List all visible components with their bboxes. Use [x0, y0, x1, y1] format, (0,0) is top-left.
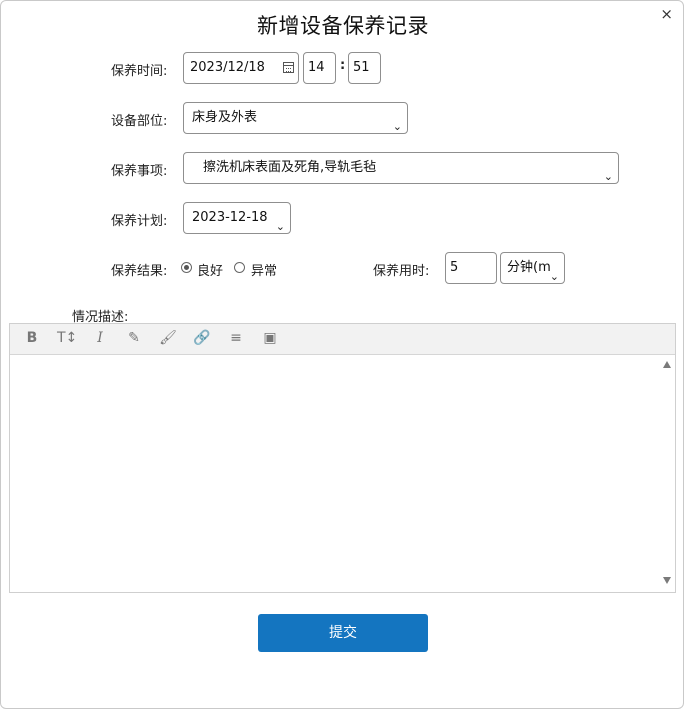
item-select[interactable]: 擦洗机床表面及死角,导轨毛毡 ⌄: [183, 152, 619, 184]
plan-value: 2023-12-18: [192, 210, 268, 225]
time-separator: :: [340, 58, 346, 73]
chevron-down-icon: ⌄: [392, 120, 402, 133]
close-icon[interactable]: ×: [660, 6, 673, 22]
text-size-icon[interactable]: T↕: [57, 330, 77, 346]
result-good-label[interactable]: 良好: [197, 260, 223, 279]
rich-text-editor[interactable]: B T↕ I ✎ 🖌 🔗 ≡ ▣: [9, 323, 676, 593]
highlighter-icon[interactable]: ✎: [125, 330, 143, 346]
duration-input[interactable]: 5: [445, 252, 497, 284]
result-abnormal-label[interactable]: 异常: [251, 260, 277, 279]
duration-value: 5: [450, 260, 459, 275]
link-icon[interactable]: 🔗: [193, 330, 211, 346]
image-icon[interactable]: ▣: [261, 330, 279, 346]
date-value: 2023/12/18: [190, 60, 265, 75]
add-maintenance-dialog: 新增设备保养记录 × 保养时间: 2023/12/18 14 : 51 设备部位…: [0, 0, 684, 709]
minute-value: 51: [353, 60, 370, 75]
hour-value: 14: [308, 60, 325, 75]
date-input[interactable]: 2023/12/18: [183, 52, 299, 84]
duration-label: 保养用时:: [373, 264, 430, 279]
scroll-down-icon[interactable]: [663, 577, 671, 584]
item-label: 保养事项:: [111, 164, 168, 179]
part-label: 设备部位:: [111, 114, 168, 129]
chevron-down-icon: ⌄: [603, 170, 613, 183]
bold-icon[interactable]: B: [23, 330, 41, 346]
duration-unit-select[interactable]: 分钟(m ⌄: [500, 252, 565, 284]
minute-input[interactable]: 51: [348, 52, 381, 84]
chevron-down-icon: ⌄: [549, 270, 559, 283]
dialog-title: 新增设备保养记录: [257, 14, 429, 38]
chevron-down-icon: ⌄: [275, 220, 285, 233]
align-icon[interactable]: ≡: [227, 330, 245, 346]
part-value: 床身及外表: [192, 110, 258, 125]
brush-icon[interactable]: 🖌: [159, 330, 177, 346]
duration-unit-value: 分钟(m: [507, 260, 551, 275]
hour-input[interactable]: 14: [303, 52, 336, 84]
part-select[interactable]: 床身及外表 ⌄: [183, 102, 408, 134]
time-label: 保养时间:: [111, 64, 168, 79]
result-good-radio[interactable]: [181, 262, 192, 273]
result-abnormal-radio[interactable]: [234, 262, 245, 273]
editor-toolbar: B T↕ I ✎ 🖌 🔗 ≡ ▣: [10, 324, 675, 355]
scroll-up-icon[interactable]: [663, 361, 671, 368]
result-label: 保养结果:: [111, 264, 168, 279]
submit-button[interactable]: 提交: [258, 614, 428, 652]
italic-icon[interactable]: I: [91, 330, 109, 346]
calendar-icon[interactable]: [283, 62, 294, 73]
item-value: 擦洗机床表面及死角,导轨毛毡: [203, 160, 377, 175]
plan-label: 保养计划:: [111, 214, 168, 229]
plan-select[interactable]: 2023-12-18 ⌄: [183, 202, 291, 234]
